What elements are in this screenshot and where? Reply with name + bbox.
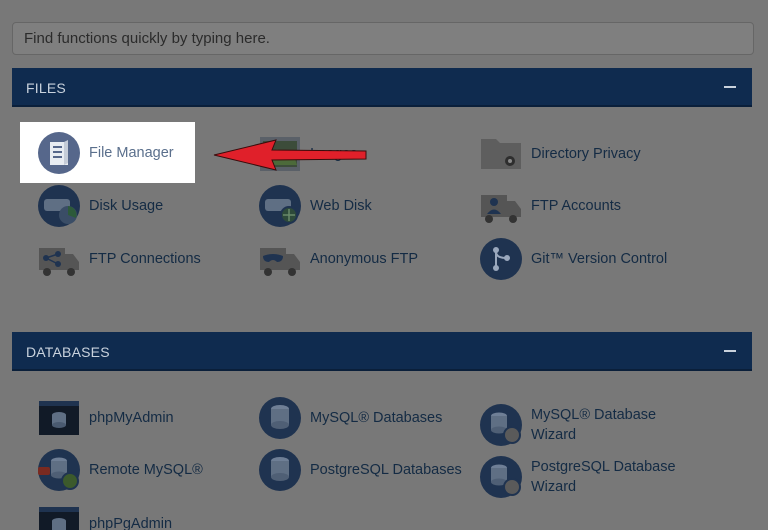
file-manager-label: File Manager — [89, 145, 174, 161]
search-input[interactable]: Find functions quickly by typing here. — [12, 22, 754, 55]
disk-usage-icon — [38, 185, 80, 227]
postgresql-databases-icon — [259, 449, 301, 491]
databases-panel-header[interactable]: DATABASES — [12, 332, 752, 371]
git-version-control-link[interactable]: Git™ Version Control — [480, 238, 667, 280]
ftp-connections-icon — [38, 238, 80, 280]
phpmyadmin-label: phpMyAdmin — [89, 410, 174, 426]
mysql-wizard-icon — [480, 404, 522, 446]
phppgadmin-icon — [38, 503, 80, 530]
files-panel-title: FILES — [26, 80, 66, 96]
anonymous-ftp-label: Anonymous FTP — [310, 251, 418, 267]
red-arrow-icon — [213, 139, 367, 171]
ftp-accounts-label: FTP Accounts — [531, 198, 621, 214]
phppgadmin-link[interactable]: phpPgAdmin — [38, 503, 172, 530]
disk-usage-link[interactable]: Disk Usage — [38, 185, 163, 227]
phpmyadmin-icon — [38, 397, 80, 439]
postgresql-wizard-icon — [480, 456, 522, 498]
mysql-database-wizard-label: MySQL® Database Wizard — [531, 407, 657, 443]
git-version-control-label: Git™ Version Control — [531, 251, 668, 267]
directory-privacy-label: Directory Privacy — [531, 146, 641, 162]
file-manager-icon — [38, 132, 80, 174]
web-disk-icon — [259, 185, 301, 227]
web-disk-link[interactable]: Web Disk — [259, 185, 372, 227]
ftp-connections-link[interactable]: FTP Connections — [38, 238, 201, 280]
ftp-connections-label: FTP Connections — [89, 251, 201, 267]
ftp-accounts-link[interactable]: FTP Accounts — [480, 185, 621, 227]
postgresql-databases-label: PostgreSQL Databases — [310, 462, 462, 478]
collapse-databases-icon[interactable] — [724, 350, 736, 352]
mysql-databases-icon — [259, 397, 301, 439]
postgresql-databases-link[interactable]: PostgreSQL Databases — [259, 449, 462, 491]
phppgadmin-label: phpPgAdmin — [89, 516, 173, 530]
collapse-files-icon[interactable] — [724, 86, 736, 88]
mysql-databases-label: MySQL® Databases — [310, 410, 443, 426]
disk-usage-label: Disk Usage — [89, 198, 164, 214]
databases-panel-title: DATABASES — [26, 344, 110, 360]
web-disk-label: Web Disk — [310, 198, 372, 214]
directory-privacy-link[interactable]: Directory Privacy — [480, 133, 641, 175]
phpmyadmin-link[interactable]: phpMyAdmin — [38, 397, 174, 439]
files-panel-header[interactable]: FILES — [12, 68, 752, 107]
remote-mysql-label: Remote MySQL® — [89, 462, 203, 478]
postgresql-database-wizard-label: PostgreSQL Database Wizard — [531, 459, 676, 495]
anonymous-ftp-link[interactable]: Anonymous FTP — [259, 238, 418, 280]
mysql-database-wizard-link[interactable]: MySQL® Database Wizard — [480, 404, 681, 446]
remote-mysql-icon — [38, 449, 80, 491]
git-icon — [480, 238, 522, 280]
remote-mysql-link[interactable]: Remote MySQL® — [38, 449, 203, 491]
ftp-accounts-icon — [480, 185, 522, 227]
file-manager-highlight: File Manager — [20, 122, 195, 183]
anonymous-ftp-icon — [259, 238, 301, 280]
file-manager-link[interactable]: File Manager — [38, 132, 174, 174]
mysql-databases-link[interactable]: MySQL® Databases — [259, 397, 442, 439]
directory-privacy-icon — [480, 133, 522, 175]
postgresql-database-wizard-link[interactable]: PostgreSQL Database Wizard — [480, 456, 681, 498]
